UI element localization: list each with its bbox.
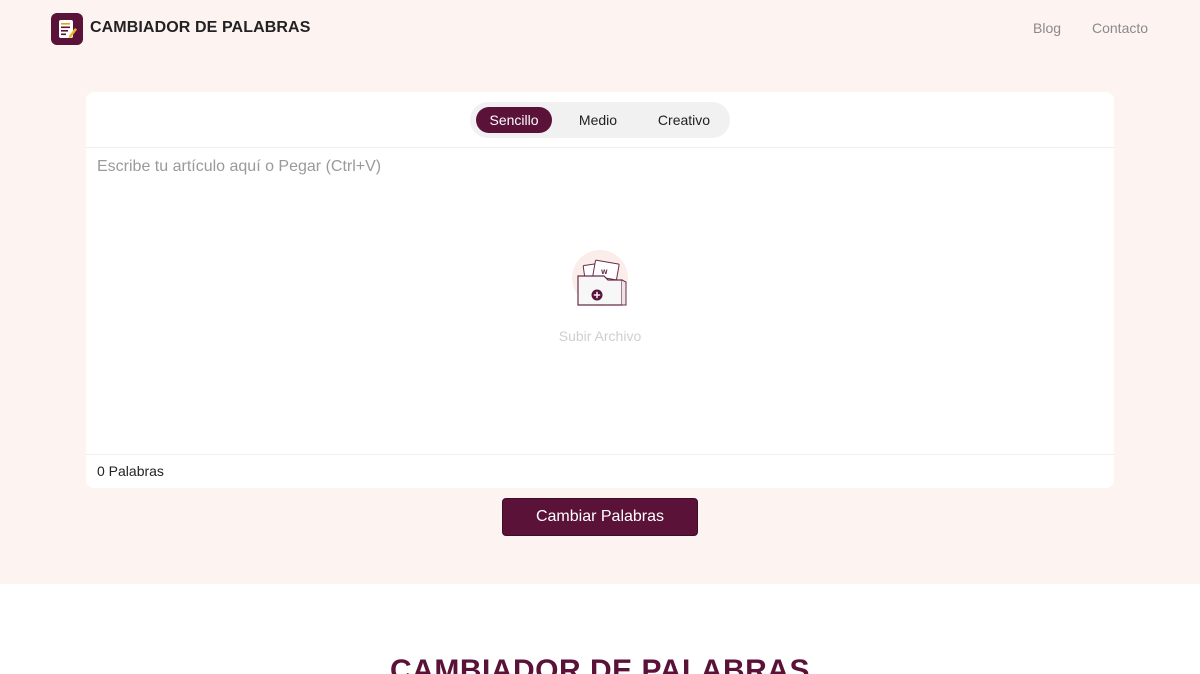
editor-card: Sencillo Medio Creativo W Subir Archivo … xyxy=(86,92,1114,488)
change-words-button[interactable]: Cambiar Palabras xyxy=(502,498,698,536)
section-title: CAMBIADOR DE PALABRAS xyxy=(390,654,810,674)
mode-tab-creativo[interactable]: Creativo xyxy=(644,107,724,133)
upload-file-button[interactable]: W Subir Archivo xyxy=(540,250,660,350)
mode-tab-sencillo[interactable]: Sencillo xyxy=(476,107,552,133)
nav-link-blog[interactable]: Blog xyxy=(1033,20,1061,36)
word-count: 0 Palabras xyxy=(97,463,164,479)
notepad-pencil-icon xyxy=(59,20,77,38)
upload-label: Subir Archivo xyxy=(558,328,642,344)
brand-name[interactable]: CAMBIADOR DE PALABRAS xyxy=(90,19,310,37)
divider xyxy=(86,147,1114,148)
logo-icon[interactable] xyxy=(51,13,83,45)
top-header: CAMBIADOR DE PALABRAS Blog Contacto xyxy=(0,0,1200,58)
folder-documents-add-icon: W xyxy=(572,250,628,306)
divider xyxy=(86,454,1114,455)
nav-link-contact[interactable]: Contacto xyxy=(1092,20,1148,36)
mode-selector: Sencillo Medio Creativo xyxy=(470,102,730,138)
svg-text:W: W xyxy=(601,269,608,276)
mode-tab-medio[interactable]: Medio xyxy=(564,107,632,133)
